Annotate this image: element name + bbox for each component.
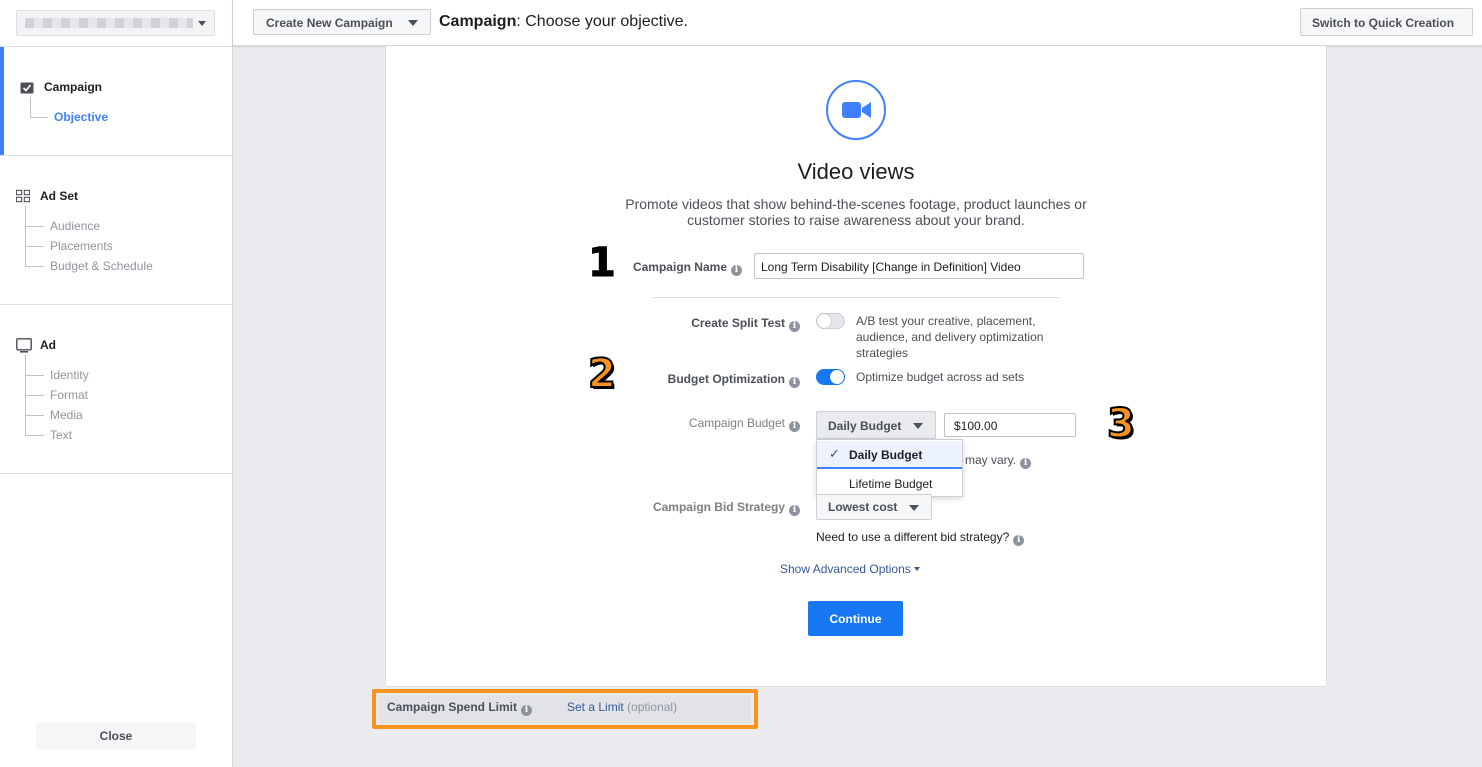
- tree-line: [25, 206, 26, 266]
- advanced-options-label: Show Advanced Options: [780, 562, 911, 576]
- split-test-description: A/B test your creative, placement, audie…: [856, 314, 1044, 360]
- info-icon[interactable]: i: [521, 705, 533, 716]
- show-advanced-options-link[interactable]: Show Advanced Options: [780, 562, 920, 576]
- annotation-number-1: 1: [588, 240, 617, 287]
- info-icon[interactable]: i: [731, 265, 742, 276]
- sidebar: Campaign Objective Ad Set Audience Place…: [0, 0, 233, 767]
- tree-line: [25, 435, 44, 436]
- video-camera-icon: [842, 102, 871, 118]
- campaign-budget-label-text: Campaign Budget: [688, 416, 785, 430]
- sidebar-item-text[interactable]: Text: [50, 428, 72, 442]
- budget-type-selected: Daily Budget: [828, 419, 902, 433]
- ad-monitor-icon: [16, 338, 32, 353]
- budget-optimization-label-text: Budget Optimization: [667, 372, 785, 386]
- optional-label: (optional): [627, 700, 678, 714]
- tree-line: [25, 395, 44, 396]
- menu-item-label: Lifetime Budget: [849, 477, 933, 491]
- sidebar-item-media[interactable]: Media: [50, 408, 83, 422]
- info-icon[interactable]: i: [789, 505, 800, 516]
- tree-line: [25, 375, 44, 376]
- divider: [652, 297, 1060, 298]
- budget-optimization-toggle[interactable]: [816, 369, 845, 385]
- budget-note: may vary. i: [965, 453, 1032, 469]
- campaign-name-input[interactable]: Long Term Disability [Change in Definiti…: [754, 253, 1084, 279]
- campaign-checkbox-icon: [20, 82, 34, 94]
- budget-type-dropdown[interactable]: Daily Budget: [816, 411, 936, 439]
- sidebar-item-placements[interactable]: Placements: [50, 239, 113, 253]
- close-button[interactable]: Close: [36, 722, 196, 750]
- account-selector[interactable]: [16, 10, 215, 36]
- budget-amount-input[interactable]: $100.00: [944, 413, 1076, 437]
- sidebar-item-objective[interactable]: Objective: [54, 110, 108, 124]
- divider: [0, 304, 232, 305]
- sidebar-item-identity[interactable]: Identity: [50, 368, 89, 382]
- continue-button[interactable]: Continue: [808, 601, 903, 636]
- objective-icon-circle: [826, 80, 886, 140]
- info-icon[interactable]: i: [789, 377, 800, 388]
- info-icon[interactable]: i: [789, 321, 800, 332]
- split-test-label: Create Split Test i: [560, 316, 800, 332]
- sidebar-item-audience[interactable]: Audience: [50, 219, 100, 233]
- sidebar-section-ad-set[interactable]: Ad Set: [40, 189, 78, 203]
- spend-limit-label-text: Campaign Spend Limit: [387, 700, 518, 714]
- bid-strategy-label: Campaign Bid Strategy i: [560, 500, 800, 516]
- sidebar-item-budget-schedule[interactable]: Budget & Schedule: [50, 259, 153, 273]
- split-test-label-text: Create Split Test: [691, 316, 785, 330]
- budget-note-text: may vary.: [965, 453, 1017, 467]
- tree-line: [30, 97, 31, 117]
- create-new-campaign-label: Create New Campaign: [266, 16, 393, 30]
- account-name-redacted: [25, 18, 193, 28]
- set-limit-label: Set a Limit: [567, 700, 624, 714]
- objective-card: [385, 46, 1327, 687]
- tree-line: [25, 246, 44, 247]
- chevron-down-icon: [913, 423, 923, 429]
- bid-strategy-dropdown[interactable]: Lowest cost: [816, 494, 932, 520]
- info-icon[interactable]: i: [789, 421, 800, 432]
- toggle-knob: [817, 314, 831, 328]
- divider: [0, 473, 232, 474]
- bid-strategy-help-text: Need to use a different bid strategy?: [816, 530, 1010, 544]
- tree-line: [25, 226, 44, 227]
- chevron-down-icon: [408, 20, 418, 26]
- sidebar-section-ad[interactable]: Ad: [40, 338, 56, 352]
- chevron-down-icon: [909, 505, 919, 511]
- info-icon[interactable]: i: [1013, 535, 1025, 546]
- switch-to-quick-creation-button[interactable]: Switch to Quick Creation: [1300, 8, 1473, 36]
- active-section-indicator: [0, 47, 4, 155]
- toggle-knob: [830, 370, 844, 384]
- create-new-campaign-button[interactable]: Create New Campaign: [253, 9, 431, 35]
- page-title-rest: : Choose your objective.: [516, 13, 688, 30]
- bid-strategy-help: Need to use a different bid strategy? i: [816, 530, 1025, 546]
- bid-strategy-label-text: Campaign Bid Strategy: [652, 500, 785, 514]
- sidebar-section-campaign[interactable]: Campaign: [44, 80, 102, 94]
- top-bar: Create New Campaign Campaign: Choose you…: [233, 0, 1482, 46]
- set-limit-link[interactable]: Set a Limit (optional): [567, 700, 677, 714]
- campaign-budget-label: Campaign Budget i: [560, 416, 800, 432]
- annotation-number-2: 2: [587, 350, 617, 398]
- divider: [0, 155, 232, 156]
- divider: [0, 46, 232, 47]
- spend-limit-label: Campaign Spend Limit i: [387, 700, 533, 716]
- objective-description: Promote videos that show behind-the-scen…: [625, 196, 1087, 228]
- tree-line: [25, 266, 44, 267]
- chevron-down-icon: [198, 21, 206, 26]
- info-icon[interactable]: i: [1020, 458, 1032, 469]
- split-test-toggle[interactable]: [816, 313, 845, 329]
- annotation-number-3: 3: [1106, 400, 1136, 448]
- budget-optimization-description: Optimize budget across ad sets: [856, 370, 1025, 384]
- chevron-down-icon: [913, 567, 920, 571]
- bid-strategy-selected: Lowest cost: [828, 500, 898, 514]
- tree-line: [30, 117, 48, 118]
- objective-title: Video views: [797, 159, 915, 184]
- budget-type-menu: ✓ Daily Budget Lifetime Budget: [816, 439, 963, 497]
- sidebar-item-format[interactable]: Format: [50, 388, 88, 402]
- menu-item-label: Daily Budget: [849, 448, 923, 462]
- campaign-name-label-text: Campaign Name: [632, 260, 727, 274]
- checkmark-icon: ✓: [829, 446, 840, 461]
- ad-set-grid-icon: [16, 189, 30, 203]
- menu-item-daily-budget[interactable]: ✓ Daily Budget: [817, 441, 962, 469]
- tree-line: [25, 415, 44, 416]
- page-title: Campaign: Choose your objective.: [439, 13, 688, 31]
- page-title-bold: Campaign: [439, 13, 517, 30]
